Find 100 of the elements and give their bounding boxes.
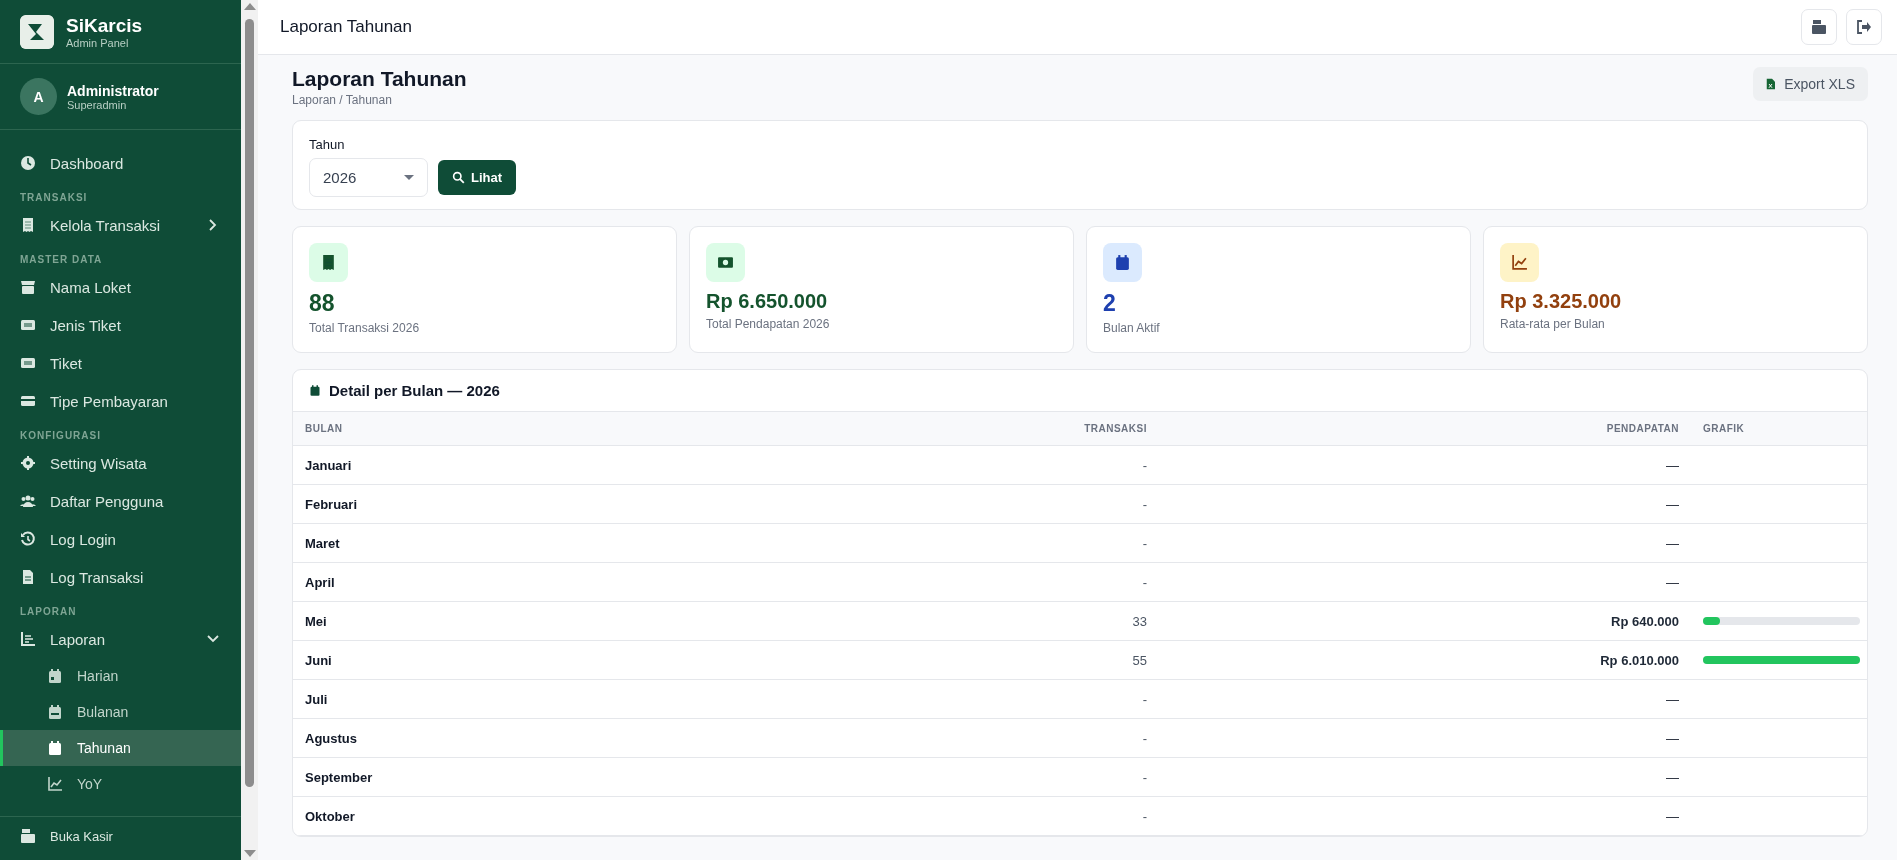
ticket-icon <box>20 355 36 371</box>
column-header: TRANSAKSI <box>722 412 1159 446</box>
sidebar-subitem[interactable]: Tahunan <box>0 730 241 766</box>
sidebar-section-label: LAPORAN <box>19 605 78 619</box>
table-cell: 55 <box>722 641 1159 680</box>
table-cell: - <box>722 758 1159 797</box>
sidebar-section-label: KONFIGURASI <box>19 429 102 443</box>
logo-icon <box>20 15 54 49</box>
sidebar-item[interactable]: Tipe Pembayaran <box>0 382 241 420</box>
stat-value: Rp 3.325.000 <box>1500 290 1623 313</box>
sidebar-item[interactable]: Nama Loket <box>0 268 241 306</box>
calendar-icon <box>47 740 63 756</box>
column-header: GRAFIK <box>1691 412 1867 446</box>
year-select[interactable]: 2026 <box>309 158 428 197</box>
table-cell: Maret <box>293 524 722 563</box>
receipt-icon <box>20 217 36 233</box>
table-cell: — <box>1159 524 1691 563</box>
sidebar-item[interactable]: Kelola Transaksi <box>0 206 241 244</box>
table-cell: Mei <box>293 602 722 641</box>
line-chart-icon <box>47 776 63 792</box>
logout-button[interactable] <box>1846 9 1882 45</box>
scrollbar[interactable] <box>241 0 258 860</box>
topbar-title: Laporan Tahunan <box>280 17 414 37</box>
page-title: Laporan Tahunan <box>292 67 467 91</box>
cash-register-icon <box>20 828 36 844</box>
table-cell: — <box>1159 485 1691 524</box>
sidebar-item[interactable]: Dashboard <box>0 144 241 182</box>
table-cell: Agustus <box>293 719 722 758</box>
table-cell: - <box>722 524 1159 563</box>
table-cell: September <box>293 758 722 797</box>
sidebar-item[interactable]: Jenis Tiket <box>0 306 241 344</box>
brand-subtitle: Admin Panel <box>66 37 130 49</box>
sidebar-section-label: MASTER DATA <box>19 253 104 267</box>
export-button[interactable]: Export XLS <box>1753 67 1868 101</box>
search-icon <box>452 171 465 184</box>
store-icon <box>20 279 36 295</box>
sidebar-item[interactable]: Buka Kasir <box>0 817 241 847</box>
column-header: PENDAPATAN <box>1159 412 1691 446</box>
table-cell: Februari <box>293 485 722 524</box>
sidebar-subitem[interactable]: Bulanan <box>0 694 241 730</box>
table-title: Detail per Bulan — 2026 <box>329 382 500 399</box>
table-cell: — <box>1159 563 1691 602</box>
chart-icon <box>20 631 36 647</box>
history-icon <box>20 531 36 547</box>
table-cell: April <box>293 563 722 602</box>
table-cell: Juli <box>293 680 722 719</box>
table-cell: — <box>1159 797 1691 836</box>
credit-card-icon <box>20 393 36 409</box>
stat-label: Rata-rata per Bulan <box>1500 317 1606 331</box>
table-cell: — <box>1159 719 1691 758</box>
sidebar-section-label: TRANSAKSI <box>19 191 89 205</box>
breadcrumb: Laporan / Tahunan <box>292 93 393 107</box>
calendar-icon <box>309 384 321 397</box>
table-cell: - <box>722 719 1159 758</box>
table-cell: Januari <box>293 446 722 485</box>
table-cell: 33 <box>722 602 1159 641</box>
table-cell: — <box>1159 758 1691 797</box>
stat-value: Rp 6.650.000 <box>706 290 829 313</box>
stat-label: Bulan Aktif <box>1103 321 1161 335</box>
calendar-icon <box>1114 254 1131 271</box>
document-icon <box>20 569 36 585</box>
sidebar-item[interactable]: Setting Wisata <box>0 444 241 482</box>
table-cell: Oktober <box>293 797 722 836</box>
sidebar-item[interactable]: Tiket <box>0 344 241 382</box>
line-chart-icon <box>1511 254 1528 271</box>
sidebar-item[interactable]: Daftar Pengguna <box>0 482 241 520</box>
stat-label: Total Pendapatan 2026 <box>706 317 831 331</box>
table-cell: - <box>722 446 1159 485</box>
column-header: BULAN <box>293 412 722 446</box>
stat-value: 88 <box>309 290 336 317</box>
sidebar-subitem[interactable]: YoY <box>0 766 241 802</box>
table-cell: - <box>722 485 1159 524</box>
ticket-icon <box>20 317 36 333</box>
user-name: Administrator <box>67 82 159 99</box>
table-cell: — <box>1159 446 1691 485</box>
table-cell: — <box>1159 680 1691 719</box>
sidebar-item[interactable]: Laporan <box>0 620 241 658</box>
table-cell: Juni <box>293 641 722 680</box>
user-avatar: A <box>20 78 57 115</box>
money-icon <box>717 254 734 271</box>
table-cell: - <box>722 563 1159 602</box>
calendar-icon <box>47 668 63 684</box>
logout-icon <box>1856 19 1872 35</box>
stat-label: Total Transaksi 2026 <box>309 321 421 335</box>
table-cell: Rp 6.010.000 <box>1159 641 1691 680</box>
field-label: Tahun <box>309 137 345 152</box>
table-cell: - <box>722 797 1159 836</box>
receipt-icon <box>320 254 337 271</box>
stat-value: 2 <box>1103 290 1117 317</box>
table-cell: - <box>722 680 1159 719</box>
calendar-icon <box>47 704 63 720</box>
sidebar-item[interactable]: Log Transaksi <box>0 558 241 596</box>
users-icon <box>20 493 36 509</box>
sidebar-subitem[interactable]: Harian <box>0 658 241 694</box>
cash-register-icon <box>1811 19 1827 35</box>
table-cell: Rp 640.000 <box>1159 602 1691 641</box>
cash-register-button[interactable] <box>1801 9 1837 45</box>
gauge-icon <box>20 155 36 171</box>
sidebar-item[interactable]: Log Login <box>0 520 241 558</box>
view-button[interactable]: Lihat <box>438 160 517 195</box>
